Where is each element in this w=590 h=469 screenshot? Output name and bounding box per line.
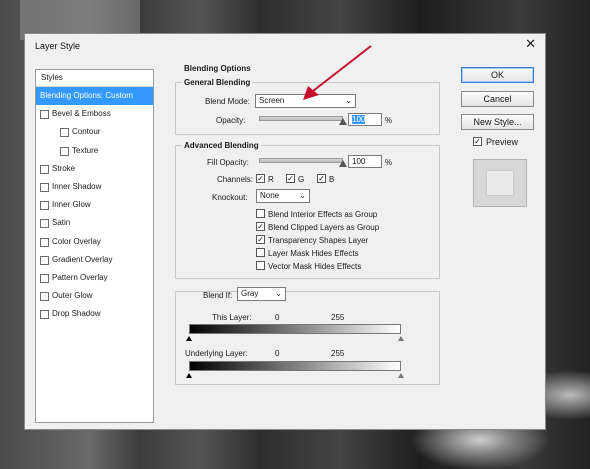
- annotation-arrow: [303, 45, 372, 100]
- layer-style-dialog: Layer Style ✕ Styles Blending Options: C…: [24, 33, 546, 430]
- annotation-arrow-shaft: [312, 45, 372, 92]
